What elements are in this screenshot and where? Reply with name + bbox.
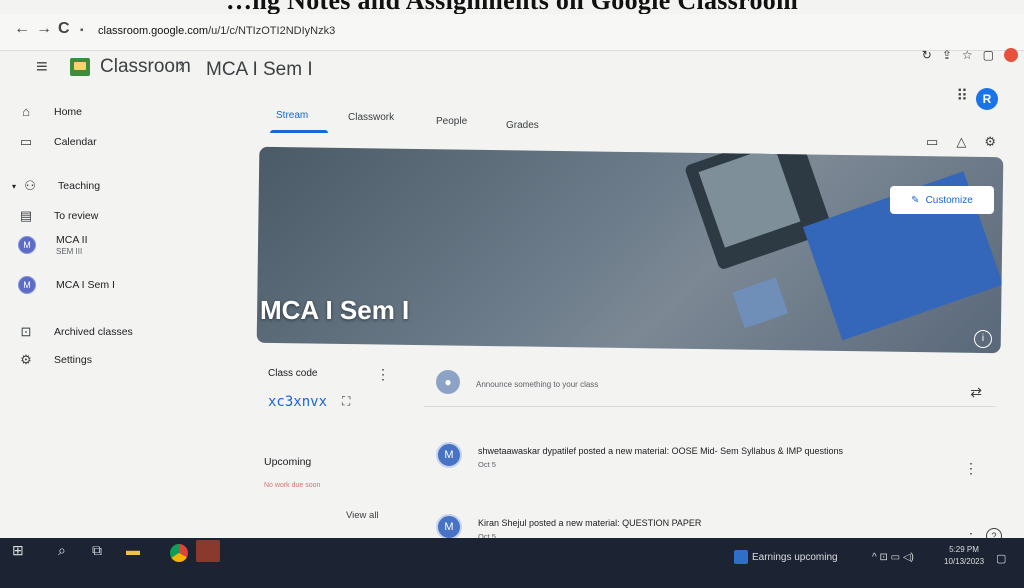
search-icon[interactable]: ⌕ bbox=[58, 542, 66, 559]
sidebar-item-calendar[interactable]: ▭ Calendar bbox=[18, 134, 97, 150]
sidebar-item-label: Archived classes bbox=[54, 326, 133, 338]
notification-icon[interactable]: ▢ bbox=[996, 552, 1006, 565]
review-icon: ▤ bbox=[19, 208, 33, 223]
breadcrumb-separator: › bbox=[178, 56, 185, 77]
stocks-widget-icon bbox=[734, 550, 748, 564]
info-icon[interactable]: i bbox=[974, 330, 992, 348]
forward-button[interactable]: → bbox=[36, 20, 52, 38]
sidebar-item-archived[interactable]: ⊡ Archived classes bbox=[18, 324, 133, 340]
tab-people[interactable]: People bbox=[436, 116, 467, 127]
sidebar-item-label: Settings bbox=[54, 354, 92, 366]
view-all-link[interactable]: View all bbox=[346, 510, 379, 521]
class-tools: ▭ △ ⚙ bbox=[926, 134, 996, 150]
stream-post[interactable]: M shwetaawaskar dypatilef posted a new m… bbox=[424, 442, 1002, 488]
sidebar-item-to-review[interactable]: ▤ To review bbox=[18, 208, 99, 224]
app-header: ≡ Classroom › MCA I Sem I bbox=[0, 56, 1024, 92]
sidebar-item-label: Home bbox=[54, 106, 83, 118]
upcoming-label: Upcoming bbox=[264, 456, 312, 468]
browser-toolbar: ← → C ▪ classroom.google.com/u/1/c/NTIzO… bbox=[0, 14, 1024, 51]
sidebar-item-settings[interactable]: ⚙ Settings bbox=[18, 352, 92, 368]
google-apps-icon[interactable]: ⠿ bbox=[956, 86, 968, 106]
sidebar-item-label: MCA I Sem I bbox=[56, 279, 115, 291]
tab-label: Stream bbox=[276, 110, 309, 121]
post-text: Kiran Shejul posted a new material: QUES… bbox=[478, 518, 702, 528]
phone-illustration bbox=[732, 277, 789, 329]
material-avatar: M bbox=[436, 442, 462, 468]
more-vert-icon[interactable]: ⋮ bbox=[376, 366, 390, 383]
fullscreen-icon[interactable]: ⛶ bbox=[342, 394, 350, 409]
class-avatar: M bbox=[18, 236, 36, 254]
file-explorer-icon[interactable]: ▬ bbox=[126, 542, 140, 558]
account-avatar[interactable]: R bbox=[976, 88, 998, 110]
more-vert-icon[interactable]: ⋮ bbox=[964, 460, 978, 477]
customize-button[interactable]: ✎ Customize bbox=[890, 186, 994, 214]
sidebar-item-label: To review bbox=[54, 210, 99, 222]
main-menu-icon[interactable]: ≡ bbox=[36, 56, 48, 79]
repost-icon[interactable]: ⇄ bbox=[970, 384, 982, 401]
upcoming-note: No work due soon bbox=[264, 482, 321, 489]
home-icon: ⌂ bbox=[22, 104, 30, 119]
upcoming-card: Upcoming No work due soon View all bbox=[264, 456, 414, 521]
pencil-icon: ✎ bbox=[911, 194, 920, 206]
taskbar-clock[interactable]: 5:29 PM 10/13/2023 bbox=[944, 544, 984, 568]
material-avatar: M bbox=[436, 514, 462, 540]
sidebar-item-sublabel: SEM III bbox=[56, 247, 83, 256]
user-avatar: ● bbox=[436, 370, 460, 394]
class-settings-icon[interactable]: ⚙ bbox=[984, 134, 996, 150]
chrome-icon[interactable] bbox=[168, 542, 190, 564]
customize-label: Customize bbox=[925, 194, 973, 206]
class-code-value: xc3xnvx bbox=[268, 394, 328, 410]
task-view-icon[interactable]: ⧉ bbox=[92, 542, 102, 559]
tab-stream[interactable]: Stream bbox=[270, 110, 328, 133]
url-host: classroom.google.com bbox=[98, 25, 209, 37]
url-path: /u/1/c/NTIzOTI2NDIyNzk3 bbox=[208, 25, 336, 37]
gear-icon: ⚙ bbox=[20, 352, 32, 367]
announce-placeholder: Announce something to your class bbox=[476, 380, 599, 389]
sidebar-item-mca-i-sem-i[interactable]: M MCA I Sem I bbox=[18, 276, 115, 294]
address-bar[interactable]: classroom.google.com/u/1/c/NTIzOTI2NDIyN… bbox=[98, 25, 335, 37]
clock-date: 10/13/2023 bbox=[944, 557, 985, 566]
active-app-icon[interactable] bbox=[196, 540, 220, 562]
people-icon: ⚇ bbox=[24, 178, 36, 193]
sidebar-item-label: Calendar bbox=[54, 136, 97, 148]
sidebar-item-mca-ii[interactable]: M MCA II SEM III bbox=[18, 234, 88, 256]
post-text: shwetaawaskar dypatilef posted a new mat… bbox=[478, 446, 844, 456]
windows-start-icon[interactable]: ⊞ bbox=[12, 542, 24, 559]
class-title: MCA I Sem I bbox=[260, 295, 410, 325]
expand-arrow-icon[interactable]: ▾ bbox=[12, 182, 16, 191]
calendar-icon[interactable]: ▭ bbox=[926, 134, 938, 150]
calendar-icon: ▭ bbox=[19, 134, 33, 149]
post-date: Oct 5 bbox=[478, 460, 496, 469]
clock-time: 5:29 PM bbox=[949, 545, 979, 554]
announce-box[interactable]: ● Announce something to your class ⇄ bbox=[424, 362, 996, 407]
sidebar-item-teaching[interactable]: ▾ ⚇ Teaching bbox=[12, 178, 100, 194]
archive-icon: ⊡ bbox=[20, 324, 32, 339]
earnings-widget[interactable]: Earnings upcoming bbox=[752, 552, 838, 563]
class-code-label: Class code bbox=[268, 368, 318, 379]
active-tab-indicator bbox=[270, 130, 328, 133]
breadcrumb-class: MCA I Sem I bbox=[206, 59, 313, 80]
reload-button[interactable]: C bbox=[58, 20, 70, 38]
back-button[interactable]: ← bbox=[14, 20, 30, 38]
sidebar-item-home[interactable]: ⌂ Home bbox=[18, 104, 82, 120]
class-avatar: M bbox=[18, 276, 36, 294]
tab-grades[interactable]: Grades bbox=[506, 120, 539, 131]
windows-taskbar: ⊞ ⌕ ⧉ ▬ Earnings upcoming ^ ⊡ ▭ ◁) 5:29 … bbox=[0, 538, 1024, 588]
classroom-logo bbox=[70, 58, 90, 76]
system-tray-icons[interactable]: ^ ⊡ ▭ ◁) bbox=[872, 552, 914, 563]
lock-icon: ▪ bbox=[80, 25, 84, 36]
drive-icon[interactable]: △ bbox=[956, 134, 966, 150]
sidebar-item-label: Teaching bbox=[58, 180, 101, 192]
tab-classwork[interactable]: Classwork bbox=[348, 112, 394, 123]
sidebar-item-label: MCA II bbox=[56, 234, 88, 246]
